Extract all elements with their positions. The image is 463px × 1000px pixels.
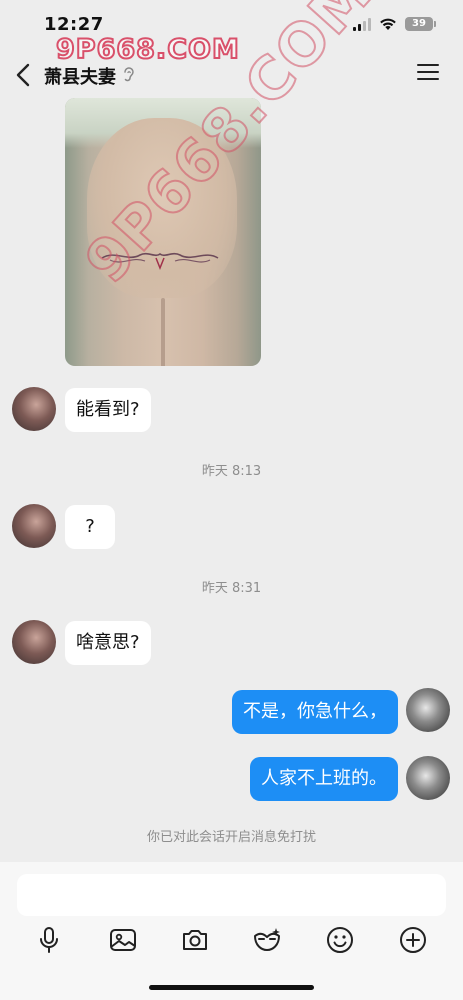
battery-icon: 39 (405, 17, 436, 31)
message-bubble-received[interactable]: 啥意思? (65, 621, 151, 665)
home-indicator[interactable] (149, 985, 314, 990)
chat-screen: 12:27 39 萧县夫妻 能看到? 昨天 8:13 ? 昨天 8:31 啥意思… (0, 0, 463, 1000)
message-bubble-received[interactable]: ? (65, 505, 115, 549)
message-timestamp: 昨天 8:31 (201, 581, 262, 596)
user-avatar[interactable] (406, 688, 450, 732)
status-time: 12:27 (44, 14, 104, 35)
plus-circle-icon[interactable] (397, 924, 429, 956)
composer-toolbar (0, 924, 463, 960)
hamburger-menu-icon[interactable] (417, 64, 439, 84)
ear-icon (124, 67, 134, 82)
message-bubble-sent[interactable]: 人家不上班的。 (250, 757, 398, 801)
image-icon[interactable] (107, 924, 139, 956)
chevron-left-icon[interactable] (12, 62, 36, 88)
watermark-logo: 9P668.COM (55, 33, 240, 66)
message-bubble-sent[interactable]: 不是，你急什么， (232, 690, 398, 734)
camera-icon[interactable] (179, 924, 211, 956)
message-input[interactable] (17, 874, 446, 916)
wifi-icon (380, 18, 396, 30)
microphone-icon[interactable] (33, 924, 65, 956)
contact-avatar[interactable] (12, 504, 56, 548)
message-timestamp: 昨天 8:13 (201, 464, 262, 479)
emoji-icon[interactable] (324, 924, 356, 956)
mute-notice: 你已对此会话开启消息免打扰 (146, 830, 316, 845)
message-bubble-received[interactable]: 能看到? (65, 388, 151, 432)
composer (0, 862, 463, 1000)
user-avatar[interactable] (406, 756, 450, 800)
contact-avatar[interactable] (12, 387, 56, 431)
chat-title: 萧县夫妻 (44, 67, 116, 88)
contact-avatar[interactable] (12, 620, 56, 664)
mask-icon[interactable] (251, 924, 283, 956)
